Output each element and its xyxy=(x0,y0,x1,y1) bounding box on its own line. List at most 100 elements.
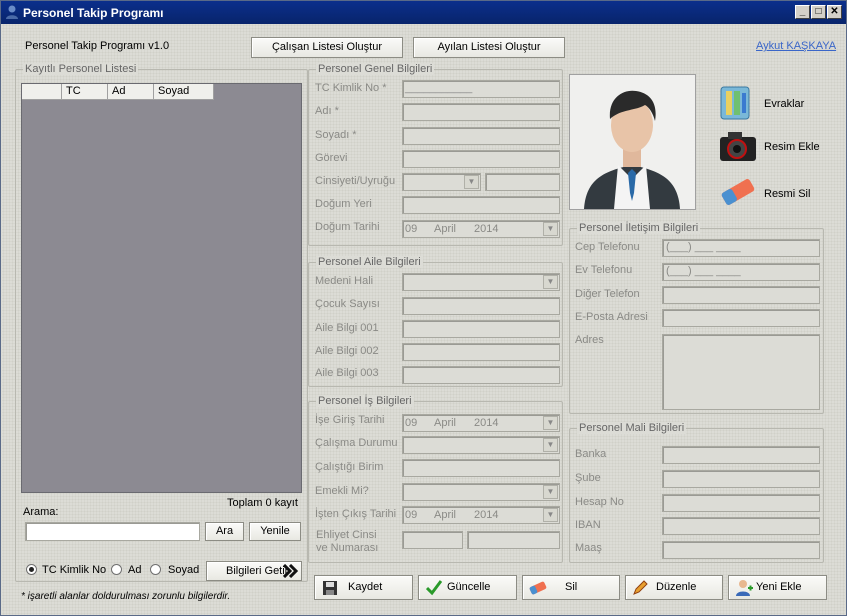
evraklar-icon[interactable] xyxy=(718,83,754,121)
minimize-button[interactable]: _ xyxy=(795,5,810,19)
close-button[interactable]: ✕ xyxy=(827,5,842,19)
diger-label: Diğer Telefon xyxy=(575,288,640,300)
ehliyet-label-2: ve Numarası xyxy=(316,542,379,554)
sil-button[interactable]: Sil xyxy=(522,575,620,600)
date-year: 2014 xyxy=(474,509,499,521)
ad-input[interactable] xyxy=(402,103,560,121)
dogum-yeri-input[interactable] xyxy=(402,196,560,214)
date-day: 09 xyxy=(405,223,418,235)
ehliyet-no-input[interactable] xyxy=(467,531,560,549)
resim-ekle-label[interactable]: Resim Ekle xyxy=(764,141,820,153)
radio-tc-label: TC Kimlik No xyxy=(42,564,107,576)
group-title: Personel Genel Bilgileri xyxy=(316,63,435,75)
ad-label: Adı * xyxy=(315,105,339,117)
ayilan-listesi-button[interactable]: Ayılan Listesi Oluştur xyxy=(413,37,565,58)
aile-bilgi2-label: Aile Bilgi 002 xyxy=(315,345,379,357)
cocuk-input[interactable] xyxy=(402,297,560,315)
arrow-right-icon xyxy=(283,564,299,578)
cep-mask: (___) ___ ____ xyxy=(666,241,741,253)
date-month: April xyxy=(434,509,457,521)
banka-input[interactable] xyxy=(662,446,820,464)
iban-label: IBAN xyxy=(575,519,601,531)
gorevi-input[interactable] xyxy=(402,150,560,168)
giris-tarihi-picker[interactable]: 09 April 2014 ▼ xyxy=(402,414,560,432)
grid-row-header xyxy=(22,84,62,100)
author-link[interactable]: Aykut KAŞKAYA xyxy=(756,40,836,52)
birim-input[interactable] xyxy=(402,459,560,477)
duzenle-button[interactable]: Düzenle xyxy=(625,575,723,600)
calisan-listesi-button[interactable]: Çalışan Listesi Oluştur xyxy=(251,37,403,58)
personel-grid[interactable]: TC Ad Soyad xyxy=(21,83,302,493)
radio-soyad[interactable] xyxy=(150,564,161,575)
hesap-input[interactable] xyxy=(662,494,820,512)
emekli-label: Emekli Mi? xyxy=(315,485,369,497)
maximize-button[interactable]: □ xyxy=(811,5,826,19)
maas-input[interactable] xyxy=(662,541,820,559)
soyad-input[interactable] xyxy=(402,127,560,145)
cinsiyet-label: Cinsiyeti/Uyruğu xyxy=(315,175,396,187)
bilgileri-getir-button[interactable]: Bilgileri Getir xyxy=(206,561,302,581)
chevron-down-icon: ▼ xyxy=(543,508,558,522)
person-avatar-icon xyxy=(584,90,680,209)
eraser-icon[interactable] xyxy=(718,175,758,209)
checkmark-icon xyxy=(426,580,442,596)
column-header-tc[interactable]: TC xyxy=(62,84,108,100)
date-year: 2014 xyxy=(474,417,499,429)
date-day: 09 xyxy=(405,417,418,429)
column-header-ad[interactable]: Ad xyxy=(108,84,154,100)
tc-label: TC Kimlik No * xyxy=(315,82,387,94)
radio-tc-kimlik[interactable] xyxy=(26,564,37,575)
aile-bilgi2-input[interactable] xyxy=(402,343,560,361)
yeni-ekle-label: Yeni Ekle xyxy=(756,581,802,593)
window-title: Personel Takip Programı xyxy=(23,6,164,20)
cep-input[interactable]: (___) ___ ____ xyxy=(662,239,820,257)
adres-textarea[interactable] xyxy=(662,334,820,410)
giris-label: İşe Giriş Tarihi xyxy=(315,414,385,426)
date-month: April xyxy=(434,417,457,429)
date-year: 2014 xyxy=(474,223,499,235)
maas-label: Maaş xyxy=(575,542,602,554)
ev-label: Ev Telefonu xyxy=(575,264,633,276)
sube-label: Şube xyxy=(575,472,601,484)
search-input[interactable] xyxy=(25,522,200,541)
cinsiyet-select[interactable]: ▼ xyxy=(402,173,481,191)
bilgileri-getir-label: Bilgileri Getir xyxy=(226,565,289,577)
banka-label: Banka xyxy=(575,448,607,460)
ara-button[interactable]: Ara xyxy=(205,522,244,541)
chevron-down-icon: ▼ xyxy=(543,416,558,430)
chevron-down-icon: ▼ xyxy=(464,175,479,189)
ev-input[interactable]: (___) ___ ____ xyxy=(662,263,820,281)
kaydet-button[interactable]: Kaydet xyxy=(314,575,413,600)
evraklar-label[interactable]: Evraklar xyxy=(764,98,804,110)
cep-label: Cep Telefonu xyxy=(575,241,640,253)
diger-input[interactable] xyxy=(662,286,820,304)
chevron-down-icon: ▼ xyxy=(543,485,558,499)
emekli-select[interactable]: ▼ xyxy=(402,483,560,501)
tc-input[interactable]: ___________ xyxy=(402,80,560,98)
eposta-label: E-Posta Adresi xyxy=(575,311,648,323)
dogum-tarihi-picker[interactable]: 09 April 2014 ▼ xyxy=(402,220,560,238)
cikis-tarihi-picker[interactable]: 09 April 2014 ▼ xyxy=(402,506,560,524)
calisma-select[interactable]: ▼ xyxy=(402,436,560,454)
radio-ad[interactable] xyxy=(111,564,122,575)
aile-bilgi3-input[interactable] xyxy=(402,366,560,384)
medeni-select[interactable]: ▼ xyxy=(402,273,560,291)
aile-bilgi1-input[interactable] xyxy=(402,320,560,338)
save-disk-icon xyxy=(323,581,337,595)
iban-input[interactable] xyxy=(662,517,820,535)
camera-icon[interactable] xyxy=(718,129,758,163)
pencil-icon xyxy=(633,580,648,595)
column-header-soyad[interactable]: Soyad xyxy=(154,84,214,100)
sube-input[interactable] xyxy=(662,470,820,488)
tc-mask: ___________ xyxy=(405,82,473,94)
uyruk-input[interactable] xyxy=(485,173,560,191)
guncelle-button[interactable]: Güncelle xyxy=(418,575,517,600)
yeni-ekle-button[interactable]: Yeni Ekle xyxy=(728,575,827,600)
kaydet-label: Kaydet xyxy=(348,581,383,593)
ehliyet-cinsi-input[interactable] xyxy=(402,531,463,549)
calisma-label: Çalışma Durumu xyxy=(315,437,398,449)
resmi-sil-label[interactable]: Resmi Sil xyxy=(764,188,810,200)
eposta-input[interactable] xyxy=(662,309,820,327)
yenile-button[interactable]: Yenile xyxy=(249,522,301,541)
group-title: Personel İletişim Bilgileri xyxy=(577,222,701,234)
